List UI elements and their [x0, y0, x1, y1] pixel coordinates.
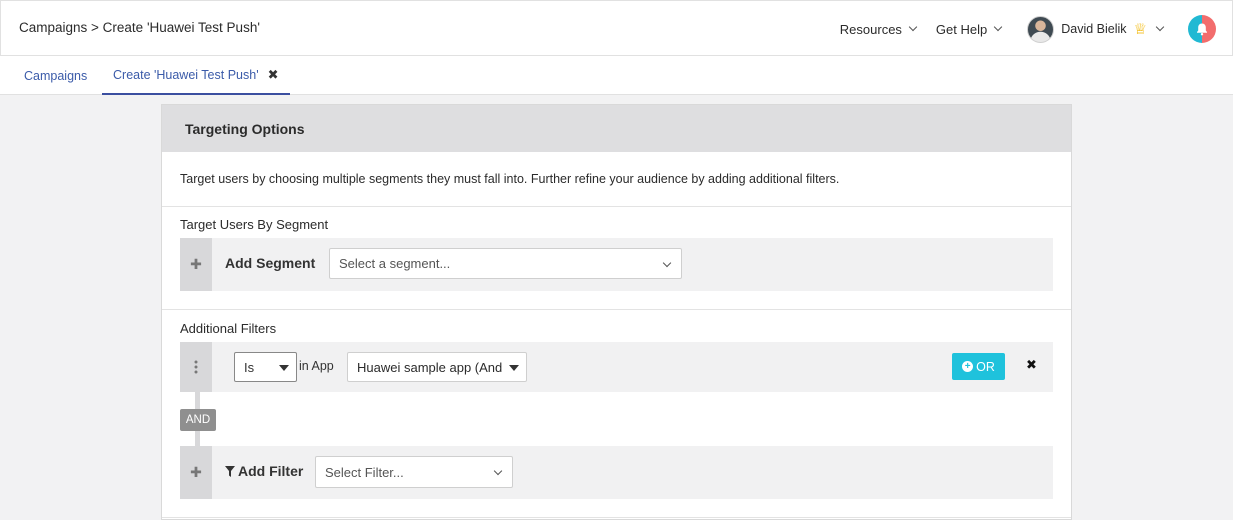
- get-help-label: Get Help: [935, 21, 988, 37]
- add-segment-row: ✚ Add Segment Select a segment...: [180, 238, 1053, 291]
- chevron-down-icon: [493, 466, 503, 476]
- filters-section-title: Additional Filters: [180, 321, 277, 336]
- operator-value: Is: [244, 359, 255, 375]
- add-segment-plus-button[interactable]: ✚: [180, 238, 212, 291]
- add-filter-label: Add Filter: [238, 463, 304, 479]
- add-filter-label-group: Add Filter: [225, 463, 303, 479]
- and-badge: AND: [180, 409, 216, 431]
- plus-circle-icon: +: [962, 361, 974, 372]
- tab-bar: Campaigns Create 'Huawei Test Push' ✖: [0, 56, 1233, 95]
- plus-icon: ✚: [190, 256, 202, 272]
- filter-select-placeholder: Select Filter...: [325, 464, 404, 480]
- bell-icon: [1197, 23, 1207, 36]
- crown-icon: ♕: [1133, 20, 1147, 38]
- remove-filter-close-icon[interactable]: ✖: [1026, 357, 1037, 373]
- divider: [162, 517, 1071, 518]
- avatar: [1027, 15, 1055, 43]
- add-filter-plus-button[interactable]: ✚: [180, 446, 212, 499]
- operator-select[interactable]: Is: [234, 352, 297, 382]
- chevron-down-icon: [662, 258, 672, 268]
- app-select[interactable]: Huawei sample app (And: [347, 352, 527, 382]
- targeting-options-panel: Targeting Options Target users by choosi…: [161, 104, 1072, 520]
- chevron-down-icon: [993, 22, 1003, 32]
- resources-menu[interactable]: Resources: [839, 21, 918, 37]
- or-button[interactable]: + OR: [952, 353, 1005, 380]
- connector-text: in App: [299, 359, 334, 373]
- tab-label: Campaigns: [24, 68, 88, 83]
- caret-down-icon: [279, 365, 289, 371]
- panel-description: Target users by choosing multiple segmen…: [162, 152, 1071, 207]
- resources-label: Resources: [839, 21, 902, 37]
- get-help-menu[interactable]: Get Help: [935, 21, 1003, 37]
- filter-row: Is in App Huawei sample app (And + OR ✖: [180, 342, 1053, 392]
- tab-create-campaign[interactable]: Create 'Huawei Test Push' ✖: [102, 56, 290, 95]
- top-nav: Resources Get Help David Bielik ♕: [840, 1, 1232, 57]
- close-icon[interactable]: ✖: [268, 67, 279, 83]
- divider: [162, 309, 1071, 310]
- vertical-dots-icon: [194, 360, 198, 374]
- top-header: Campaigns > Create 'Huawei Test Push' Re…: [0, 0, 1233, 56]
- or-label: OR: [976, 359, 995, 374]
- segment-select[interactable]: Select a segment...: [329, 248, 682, 279]
- tab-label: Create 'Huawei Test Push': [113, 67, 259, 82]
- chevron-down-icon: [1155, 22, 1165, 32]
- caret-down-icon: [509, 365, 519, 371]
- drag-handle[interactable]: [180, 342, 212, 392]
- app-select-value: Huawei sample app (And: [357, 359, 503, 375]
- add-segment-label: Add Segment: [225, 255, 316, 271]
- user-menu[interactable]: David Bielik ♕: [1027, 15, 1165, 43]
- plus-icon: ✚: [190, 464, 202, 480]
- user-name: David Bielik: [1061, 22, 1127, 36]
- filter-select[interactable]: Select Filter...: [315, 456, 513, 488]
- segment-section-title: Target Users By Segment: [180, 217, 329, 232]
- tab-campaigns[interactable]: Campaigns: [24, 56, 87, 95]
- panel-title: Targeting Options: [162, 105, 1071, 152]
- add-filter-row: ✚ Add Filter Select Filter...: [180, 446, 1053, 499]
- notifications-button[interactable]: [1188, 15, 1216, 43]
- breadcrumb: Campaigns > Create 'Huawei Test Push': [19, 20, 260, 35]
- segment-select-placeholder: Select a segment...: [339, 256, 451, 271]
- chevron-down-icon: [908, 22, 918, 32]
- filter-funnel-icon: [225, 465, 235, 477]
